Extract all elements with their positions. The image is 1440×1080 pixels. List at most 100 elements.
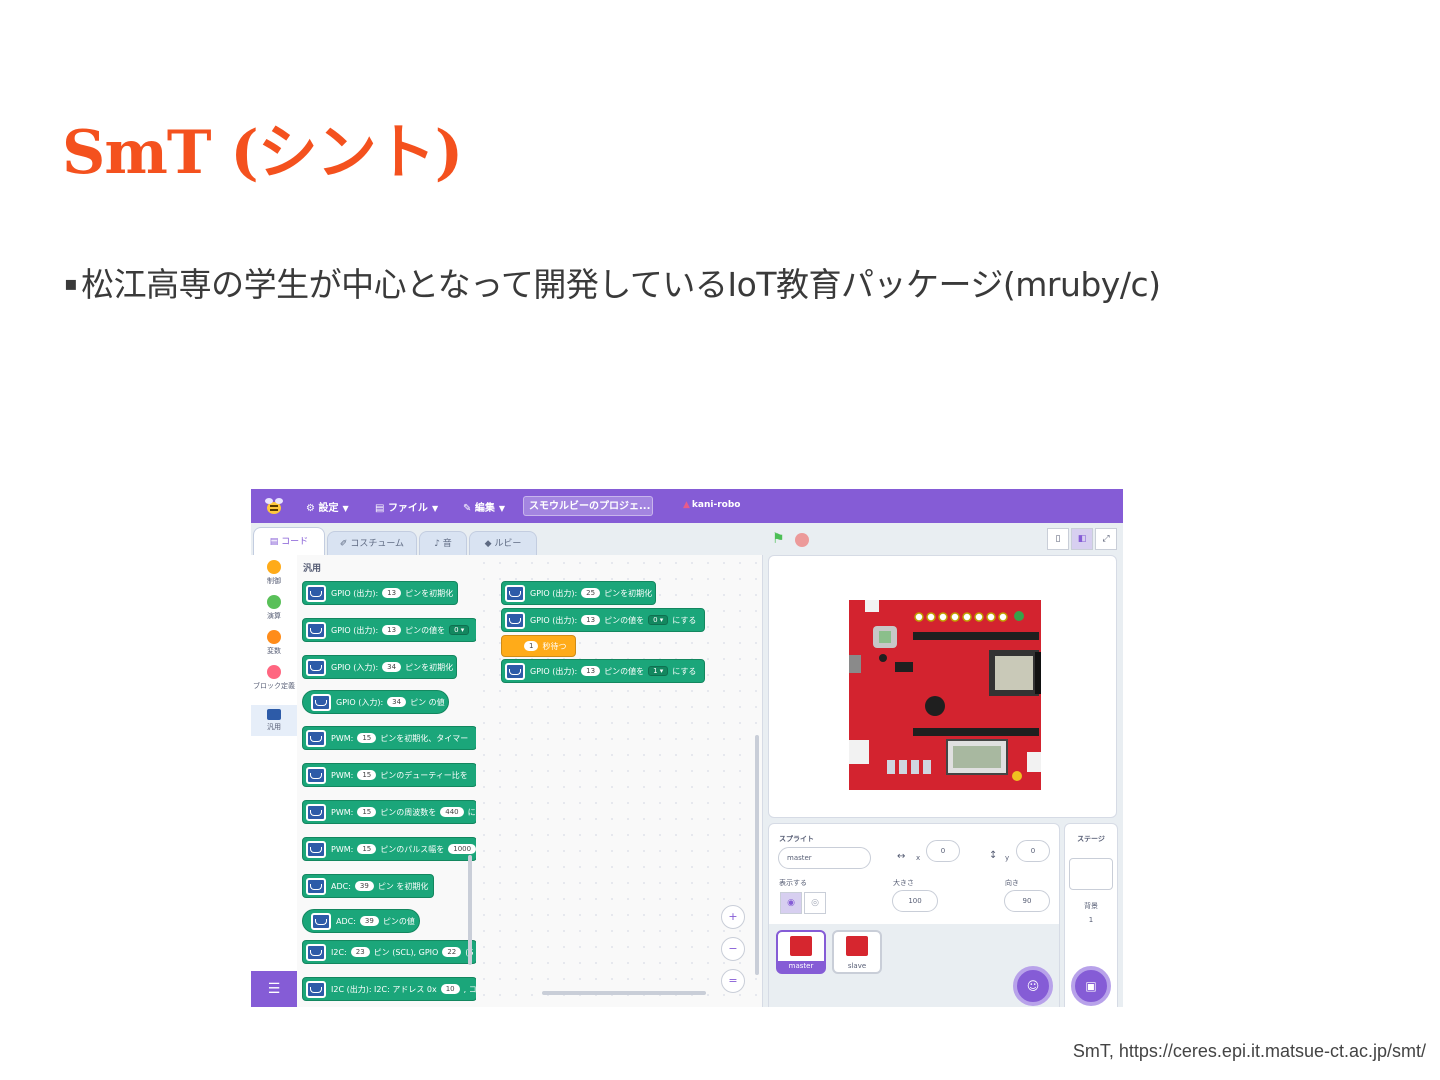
stage-canvas[interactable]	[768, 555, 1117, 818]
green-flag-icon[interactable]: ⚑	[772, 531, 785, 547]
tab-ruby[interactable]: ◆ ルビー	[469, 531, 537, 555]
block-text: GPIO (入力):	[331, 662, 379, 672]
tab-code-label: コード	[281, 537, 309, 547]
block-input[interactable]: 13	[382, 588, 402, 598]
sprite-info-pane: スプライト master ↔ x 0 ↕ y 0 表示する ◉ ◎ 大きさ 10…	[768, 823, 1060, 1007]
palette-block[interactable]: GPIO (入力): 34 ピンを初期化	[302, 655, 457, 679]
script-block[interactable]: GPIO (出力): 13 ピンの値を 0 ▾ にする	[501, 608, 705, 632]
board-icon	[306, 584, 326, 602]
add-sprite-button[interactable]: ☺	[1013, 966, 1053, 1006]
palette-scrollbar[interactable]	[468, 855, 472, 965]
block-input[interactable]: 34	[387, 697, 407, 707]
block-text: GPIO (出力):	[331, 625, 379, 635]
tab-costume[interactable]: ✐ コスチューム	[327, 531, 417, 555]
block-text: に	[467, 807, 476, 817]
caret-down-icon: ▼	[498, 504, 506, 513]
zoom-reset-button[interactable]: =	[721, 969, 745, 993]
palette-block[interactable]: I2C:23ピン (SCL), GPIO22(S	[302, 940, 476, 964]
file-menu[interactable]: ▤ ファイル ▼	[375, 499, 438, 514]
wait-block[interactable]: 1 秒待つ	[501, 635, 576, 657]
script-block[interactable]: GPIO (出力): 13 ピンの値を 1 ▾ にする	[501, 659, 705, 683]
app-logo-icon[interactable]	[263, 496, 285, 516]
block-text: ピンの周波数を	[380, 807, 437, 817]
block-input[interactable]: 15	[357, 844, 377, 854]
category-my-blocks[interactable]: ブロック定義	[251, 665, 297, 691]
palette-reporter-block[interactable]: GPIO (入力): 34 ピン の値	[302, 690, 449, 714]
block-input[interactable]: 10	[440, 984, 460, 994]
script-horizontal-scrollbar[interactable]	[542, 991, 706, 995]
sprite-card-slave[interactable]: slave	[832, 930, 882, 974]
palette-block[interactable]: PWM: 15 ピンの周波数を 440 に	[302, 800, 476, 824]
block-dropdown[interactable]: 0 ▾	[648, 615, 669, 625]
palette-block[interactable]: GPIO (出力): 13 ピンの値を 0 ▾	[302, 618, 476, 642]
block-text: にする	[672, 615, 697, 625]
stage-thumbnail[interactable]	[1069, 858, 1113, 890]
y-input[interactable]: 0	[1016, 840, 1050, 862]
category-control[interactable]: 制御	[251, 560, 297, 586]
palette-block[interactable]: I2C (出力): I2C: アドレス 0x10, コマ	[302, 977, 476, 1001]
eye-icon: ◉	[787, 898, 795, 908]
tab-sound[interactable]: ♪ 音	[419, 531, 467, 555]
show-sprite-button[interactable]: ◉	[780, 892, 802, 914]
block-input[interactable]: 440	[440, 807, 464, 817]
small-stage-button[interactable]: ▯	[1047, 528, 1069, 550]
block-dropdown[interactable]: 0 ▾	[449, 625, 470, 635]
block-input[interactable]: 15	[357, 807, 377, 817]
stop-icon[interactable]	[795, 533, 809, 547]
hide-sprite-button[interactable]: ◎	[804, 892, 826, 914]
block-dropdown[interactable]: 1 ▾	[648, 666, 669, 676]
script-block[interactable]: GPIO (出力): 25 ピンを初期化	[501, 581, 656, 605]
block-input[interactable]: 13	[382, 625, 402, 635]
block-input[interactable]: 1	[524, 641, 539, 651]
palette-block[interactable]: PWM: 15 ピンを初期化、タイマー	[302, 726, 476, 750]
block-input[interactable]: 1000	[448, 844, 476, 854]
code-editor: 制御 演算 変数 ブロック定義 汎用 ☰ 汎用 GPIO (出力): 13 ピンを初…	[251, 555, 763, 1007]
sprite-card-master[interactable]: master	[776, 930, 826, 974]
board-icon	[267, 709, 281, 720]
zoom-in-button[interactable]: +	[721, 905, 745, 929]
board-icon	[306, 943, 326, 961]
block-text: PWM:	[331, 844, 354, 854]
block-input[interactable]: 22	[442, 947, 462, 957]
fullscreen-button[interactable]: ⤢	[1095, 528, 1117, 550]
edit-menu[interactable]: ✎ 編集 ▼	[463, 499, 505, 514]
add-extension-button[interactable]: ☰	[251, 971, 297, 1007]
block-input[interactable]: 15	[357, 733, 377, 743]
block-input[interactable]: 39	[359, 916, 379, 926]
category-operators[interactable]: 演算	[251, 595, 297, 621]
block-input[interactable]: 15	[357, 770, 377, 780]
caret-down-icon: ▼	[431, 504, 439, 513]
x-input[interactable]: 0	[926, 840, 960, 862]
block-input[interactable]: 39	[354, 881, 374, 891]
block-input[interactable]: 13	[581, 666, 601, 676]
category-general[interactable]: 汎用	[251, 705, 297, 736]
block-input[interactable]: 25	[581, 588, 601, 598]
bullet-dot: ▪	[64, 271, 78, 295]
block-text: ピンの値を	[405, 625, 446, 635]
user-account[interactable]: ▲ kani-robo	[683, 500, 740, 510]
script-area[interactable]: GPIO (出力): 25 ピンを初期化 GPIO (出力): 13 ピンの値を 0 ▾ に…	[476, 555, 762, 1007]
block-input[interactable]: 34	[382, 662, 402, 672]
board-icon	[505, 611, 525, 629]
sprite-list: master slave ☺	[769, 924, 1059, 1007]
category-variables[interactable]: 変数	[251, 630, 297, 656]
settings-menu[interactable]: ⚙ 設定 ▼	[306, 499, 349, 514]
zoom-out-button[interactable]: −	[721, 937, 745, 961]
block-input[interactable]: 13	[581, 615, 601, 625]
tab-code[interactable]: ▤ コード	[253, 527, 325, 555]
project-name-input[interactable]: スモウルビーのプロジェ...	[523, 496, 653, 516]
sprite-name-input[interactable]: master	[778, 847, 871, 869]
palette-reporter-block[interactable]: ADC: 39 ピンの値	[302, 909, 420, 933]
script-vertical-scrollbar[interactable]	[755, 735, 759, 975]
add-backdrop-button[interactable]: ▣	[1071, 966, 1111, 1006]
bullet-point: ▪ 松江高専の学生が中心となって開発しているIoT教育パッケージ(mruby/c)	[64, 258, 1161, 306]
block-input[interactable]: 23	[350, 947, 370, 957]
palette-block[interactable]: GPIO (出力): 13 ピンを初期化	[302, 581, 458, 605]
app-screenshot: ⚙ 設定 ▼ ▤ ファイル ▼ ✎ 編集 ▼ スモウルビーのプロジェ... ▲ kani…	[251, 489, 1123, 1007]
palette-block[interactable]: PWM: 15 ピンのパルス幅を 1000	[302, 837, 476, 861]
size-input[interactable]: 100	[892, 890, 938, 912]
palette-block[interactable]: PWM: 15 ピンのデューティー比を	[302, 763, 476, 787]
normal-stage-button[interactable]: ◧	[1071, 528, 1093, 550]
direction-input[interactable]: 90	[1004, 890, 1050, 912]
palette-block[interactable]: ADC: 39 ピン を初期化	[302, 874, 434, 898]
